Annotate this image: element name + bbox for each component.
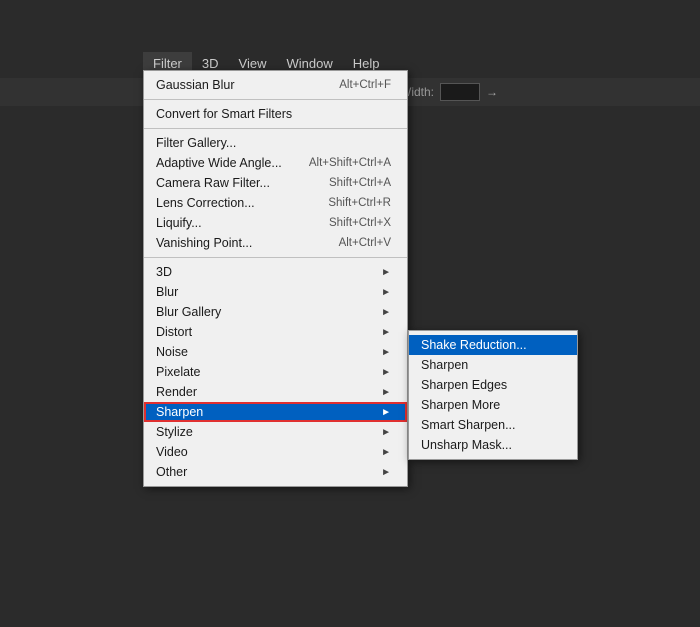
blur-gallery-arrow-icon: ►: [381, 307, 391, 318]
pixelate-arrow-icon: ►: [381, 367, 391, 378]
unsharp-mask-label: Unsharp Mask...: [421, 438, 512, 452]
sharpen-arrow-icon: ►: [381, 407, 391, 418]
video-item[interactable]: Video ►: [144, 442, 407, 462]
gaussian-blur-item[interactable]: Gaussian Blur Alt+Ctrl+F: [144, 75, 407, 95]
gaussian-blur-label: Gaussian Blur: [156, 78, 235, 92]
vanishing-point-item[interactable]: Vanishing Point... Alt+Ctrl+V: [144, 233, 407, 253]
sharpen-more-label: Sharpen More: [421, 398, 500, 412]
blur-item[interactable]: Blur ►: [144, 282, 407, 302]
adaptive-wide-angle-item[interactable]: Adaptive Wide Angle... Alt+Shift+Ctrl+A: [144, 153, 407, 173]
noise-label: Noise: [156, 345, 188, 359]
vanishing-point-label: Vanishing Point...: [156, 236, 252, 250]
sharpen-item[interactable]: Sharpen ►: [144, 402, 407, 422]
other-item[interactable]: Other ►: [144, 462, 407, 482]
liquify-label: Liquify...: [156, 216, 202, 230]
noise-arrow-icon: ►: [381, 347, 391, 358]
blur-label: Blur: [156, 285, 178, 299]
render-item[interactable]: Render ►: [144, 382, 407, 402]
adaptive-wide-angle-label: Adaptive Wide Angle...: [156, 156, 282, 170]
distort-arrow-icon: ►: [381, 327, 391, 338]
adaptive-wide-angle-shortcut: Alt+Shift+Ctrl+A: [309, 157, 391, 169]
shake-reduction-label: Shake Reduction...: [421, 338, 527, 352]
filter-dropdown: Gaussian Blur Alt+Ctrl+F Convert for Sma…: [143, 70, 408, 487]
lens-correction-label: Lens Correction...: [156, 196, 255, 210]
gaussian-blur-shortcut: Alt+Ctrl+F: [339, 79, 391, 91]
width-input[interactable]: [440, 83, 480, 101]
camera-raw-item[interactable]: Camera Raw Filter... Shift+Ctrl+A: [144, 173, 407, 193]
other-arrow-icon: ►: [381, 467, 391, 478]
render-arrow-icon: ►: [381, 387, 391, 398]
lens-correction-shortcut: Shift+Ctrl+R: [328, 197, 391, 209]
sharpen-submenu: Shake Reduction... Sharpen Sharpen Edges…: [408, 330, 578, 460]
stylize-label: Stylize: [156, 425, 193, 439]
3d-item[interactable]: 3D ►: [144, 262, 407, 282]
liquify-shortcut: Shift+Ctrl+X: [329, 217, 391, 229]
stylize-arrow-icon: ►: [381, 427, 391, 438]
render-label: Render: [156, 385, 197, 399]
smart-filters-item[interactable]: Convert for Smart Filters: [144, 104, 407, 124]
camera-raw-label: Camera Raw Filter...: [156, 176, 270, 190]
blur-gallery-label: Blur Gallery: [156, 305, 221, 319]
separator-3: [144, 257, 407, 258]
video-label: Video: [156, 445, 188, 459]
distort-label: Distort: [156, 325, 192, 339]
stylize-item[interactable]: Stylize ►: [144, 422, 407, 442]
filter-gallery-item[interactable]: Filter Gallery...: [144, 133, 407, 153]
separator-1: [144, 99, 407, 100]
filter-gallery-label: Filter Gallery...: [156, 136, 236, 150]
shake-reduction-item[interactable]: Shake Reduction...: [409, 335, 577, 355]
video-arrow-icon: ►: [381, 447, 391, 458]
sharpen-edges-label: Sharpen Edges: [421, 378, 507, 392]
blur-gallery-item[interactable]: Blur Gallery ►: [144, 302, 407, 322]
other-label: Other: [156, 465, 187, 479]
3d-arrow-icon: ►: [381, 267, 391, 278]
vanishing-point-shortcut: Alt+Ctrl+V: [339, 237, 391, 249]
pixelate-label: Pixelate: [156, 365, 200, 379]
sharpen-edges-item[interactable]: Sharpen Edges: [409, 375, 577, 395]
sharpen-sub-item[interactable]: Sharpen: [409, 355, 577, 375]
camera-raw-shortcut: Shift+Ctrl+A: [329, 177, 391, 189]
lens-correction-item[interactable]: Lens Correction... Shift+Ctrl+R: [144, 193, 407, 213]
smart-sharpen-label: Smart Sharpen...: [421, 418, 516, 432]
blur-arrow-icon: ►: [381, 287, 391, 298]
noise-item[interactable]: Noise ►: [144, 342, 407, 362]
pixelate-item[interactable]: Pixelate ►: [144, 362, 407, 382]
distort-item[interactable]: Distort ►: [144, 322, 407, 342]
3d-label: 3D: [156, 265, 172, 279]
app-background: Filter 3D View Window Help Width: → Gaus…: [0, 0, 700, 627]
sharpen-more-item[interactable]: Sharpen More: [409, 395, 577, 415]
sharpen-label: Sharpen: [156, 405, 203, 419]
smart-sharpen-item[interactable]: Smart Sharpen...: [409, 415, 577, 435]
liquify-item[interactable]: Liquify... Shift+Ctrl+X: [144, 213, 407, 233]
smart-filters-label: Convert for Smart Filters: [156, 107, 292, 121]
sharpen-sub-label: Sharpen: [421, 358, 468, 372]
arrow-icon: →: [486, 85, 498, 99]
separator-2: [144, 128, 407, 129]
unsharp-mask-item[interactable]: Unsharp Mask...: [409, 435, 577, 455]
